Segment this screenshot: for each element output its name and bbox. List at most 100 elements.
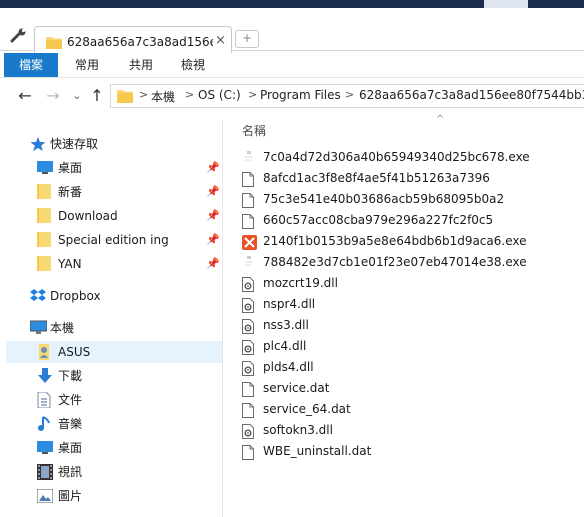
back-button[interactable]: ←	[16, 87, 34, 105]
nav-item-label: 音樂	[58, 417, 83, 431]
nav-dropbox[interactable]: Dropbox	[0, 285, 222, 307]
nav-dropbox-label: Dropbox	[50, 289, 101, 303]
dll-icon	[242, 340, 254, 358]
exe-icon	[242, 256, 256, 274]
ribbon-tab-file[interactable]: 檔案	[4, 53, 58, 77]
file-list: 名稱 ^ 7c0a4d72d306a40b65949340d25bc678.ex…	[230, 114, 584, 517]
nav-pc-music[interactable]: 音樂	[0, 413, 222, 435]
folder-icon	[37, 208, 51, 230]
file-name: WBE_uninstall.dat	[263, 444, 372, 458]
video-icon	[37, 464, 53, 487]
background-window-fragment	[484, 0, 528, 8]
file-name: service_64.dat	[263, 402, 351, 416]
pin-icon[interactable]: 📌	[206, 253, 220, 275]
address-row: ← → ⌄ ↑ > 本機 > OS (C:) > Program Files >…	[0, 78, 584, 114]
forward-button[interactable]: →	[44, 87, 62, 105]
breadcrumb-separator[interactable]: >	[248, 88, 257, 101]
nav-pc-documents[interactable]: 文件	[0, 389, 222, 411]
close-icon[interactable]: ×	[215, 33, 226, 48]
file-row[interactable]: 7c0a4d72d306a40b65949340d25bc678.exe	[240, 148, 584, 169]
tab-title: 628aa656a7c3a8ad156ee80f7544bb30	[67, 35, 213, 49]
file-row[interactable]: softokn3.dll	[240, 421, 584, 442]
nav-pc-pictures[interactable]: 圖片	[0, 485, 222, 507]
folder-icon	[37, 184, 51, 206]
nav-pinned-special-edition[interactable]: Special edition ing 📌	[0, 229, 222, 251]
pin-icon[interactable]: 📌	[206, 229, 220, 251]
file-icon	[242, 445, 254, 463]
nav-this-pc[interactable]: 本機	[0, 317, 222, 339]
file-icon	[242, 193, 254, 211]
file-row[interactable]: plds4.dll	[240, 358, 584, 379]
wrench-icon[interactable]	[10, 28, 28, 44]
nav-pinned-download[interactable]: Download 📌	[0, 205, 222, 227]
ribbon-tab-share[interactable]: 共用	[118, 53, 164, 77]
breadcrumb-separator[interactable]: >	[345, 88, 354, 101]
nav-item-label: 下載	[58, 369, 83, 383]
nav-pc-downloads[interactable]: 下載	[0, 365, 222, 387]
breadcrumb-os-drive[interactable]: OS (C:)	[198, 88, 241, 102]
nav-quick-access-label: 快速存取	[50, 137, 99, 151]
folder-icon	[37, 256, 51, 278]
pin-icon[interactable]: 📌	[206, 157, 220, 179]
dll-icon	[242, 424, 254, 442]
nav-pinned-shinban[interactable]: 新番 📌	[0, 181, 222, 203]
ribbon-tab-view[interactable]: 檢視	[170, 53, 216, 77]
pin-icon[interactable]: 📌	[206, 181, 220, 203]
nav-pc-desktop[interactable]: 桌面	[0, 437, 222, 459]
breadcrumb-separator[interactable]: >	[139, 88, 148, 101]
file-row[interactable]: 2140f1b0153b9a5e8e64bdb6b1d9aca6.exe	[240, 232, 584, 253]
file-row[interactable]: 75c3e541e40b03686acb59b68095b0a2	[240, 190, 584, 211]
file-row[interactable]: WBE_uninstall.dat	[240, 442, 584, 463]
desktop-top-band	[0, 0, 584, 8]
file-row[interactable]: 660c57acc08cba979e296a227fc2f0c5	[240, 211, 584, 232]
picture-icon	[36, 488, 54, 510]
dll-icon	[242, 298, 254, 316]
file-name: nss3.dll	[263, 318, 309, 332]
breadcrumb-separator[interactable]: >	[185, 88, 194, 101]
file-row[interactable]: service.dat	[240, 379, 584, 400]
file-row[interactable]: 8afcd1ac3f8e8f4ae5f41b51263a7396	[240, 169, 584, 190]
new-tab-button[interactable]: +	[235, 30, 259, 48]
file-row[interactable]: nss3.dll	[240, 316, 584, 337]
recent-locations-button[interactable]: ⌄	[68, 87, 86, 105]
desktop-icon	[37, 160, 53, 182]
breadcrumb-current-folder[interactable]: 628aa656a7c3a8ad156ee80f7544bb30	[359, 88, 584, 102]
breadcrumb-this-pc[interactable]: 本機	[151, 88, 175, 105]
ribbon-tab-home[interactable]: 常用	[64, 53, 110, 77]
file-name: 8afcd1ac3f8e8f4ae5f41b51263a7396	[263, 171, 490, 185]
nav-pinned-yan[interactable]: YAN 📌	[0, 253, 222, 275]
folder-icon	[37, 232, 51, 254]
file-row[interactable]: 788482e3d7cb1e01f23e07eb47014e38.exe	[240, 253, 584, 274]
breadcrumb-program-files[interactable]: Program Files	[260, 88, 341, 102]
dropbox-icon	[30, 288, 46, 310]
file-row[interactable]: mozcrt19.dll	[240, 274, 584, 295]
nav-quick-access[interactable]: 快速存取	[0, 133, 222, 155]
nav-item-label: Download	[58, 209, 118, 223]
computer-icon	[29, 320, 48, 342]
nav-this-pc-label: 本機	[50, 321, 75, 335]
file-name: mozcrt19.dll	[263, 276, 338, 290]
file-name: 75c3e541e40b03686acb59b68095b0a2	[263, 192, 505, 206]
file-name: plds4.dll	[263, 360, 314, 374]
desktop-icon	[37, 440, 53, 462]
nav-item-label: Special edition ing	[58, 233, 169, 247]
address-bar[interactable]: > 本機 > OS (C:) > Program Files > 628aa65…	[110, 84, 584, 108]
file-row[interactable]: nspr4.dll	[240, 295, 584, 316]
file-row[interactable]: service_64.dat	[240, 400, 584, 421]
tab-bar: 628aa656a7c3a8ad156ee80f7544bb30 × +	[0, 8, 584, 58]
pin-icon[interactable]: 📌	[206, 205, 220, 227]
file-name: 7c0a4d72d306a40b65949340d25bc678.exe	[263, 150, 530, 164]
up-button[interactable]: ↑	[88, 87, 106, 105]
column-header-name[interactable]: 名稱	[242, 122, 266, 139]
file-row[interactable]: plc4.dll	[240, 337, 584, 358]
file-name: plc4.dll	[263, 339, 307, 353]
user-folder-icon	[37, 344, 51, 367]
nav-pc-videos[interactable]: 視訊	[0, 461, 222, 483]
nav-item-label: YAN	[58, 257, 82, 271]
nav-item-label: ASUS	[58, 345, 91, 359]
nav-pc-asus[interactable]: ASUS	[6, 341, 222, 363]
file-icon	[242, 172, 254, 190]
dll-icon	[242, 277, 254, 295]
file-name: 788482e3d7cb1e01f23e07eb47014e38.exe	[263, 255, 527, 269]
nav-pinned-desktop[interactable]: 桌面 📌	[0, 157, 222, 179]
